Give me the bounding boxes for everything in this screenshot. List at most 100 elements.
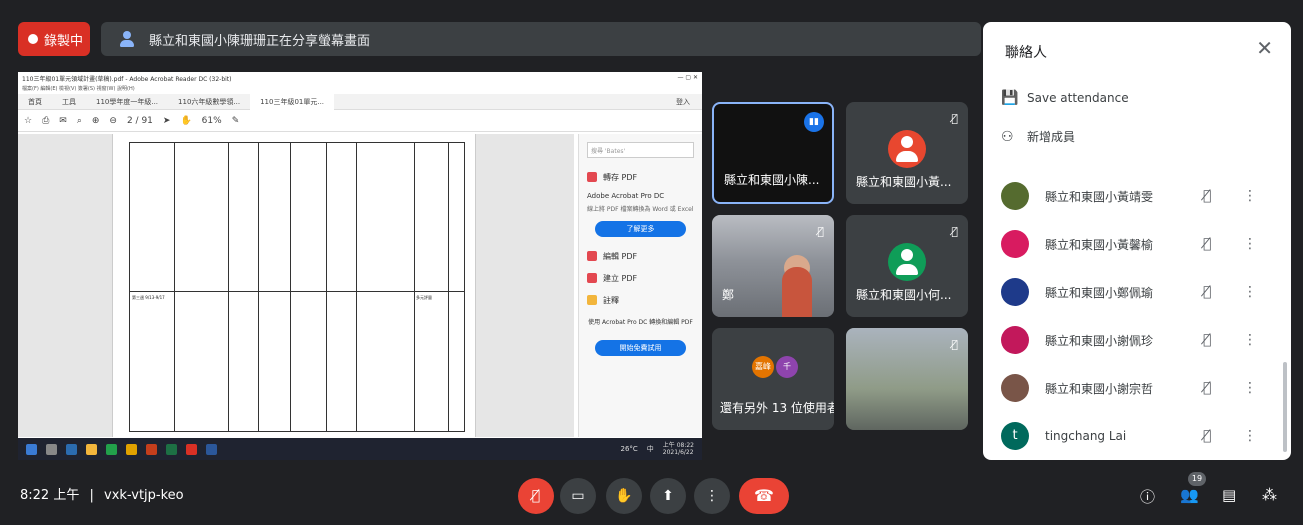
mic-off-icon: 🎙̸ xyxy=(1203,236,1212,252)
tile-name: 縣立和東國小陳... xyxy=(724,173,820,187)
add-person-icon: ⚇ xyxy=(1001,128,1014,145)
participant-row[interactable]: 縣立和東國小黃馨榆 🎙̸ ⋮ xyxy=(1001,224,1273,264)
acrobat-menu: 檔案(F) 編輯(E) 檢視(V) 簽署(S) 視窗(W) 說明(H) xyxy=(22,86,135,92)
info-icon[interactable]: ⓘ xyxy=(1140,486,1155,507)
participant-tile-camera[interactable]: 🎙̸ 鄭 xyxy=(712,215,834,317)
taskbar-date: 2021/6/22 xyxy=(662,449,694,456)
acrobat-window-title: 110三年級01單元領域計畫(草稿).pdf - Adobe Acrobat R… xyxy=(22,76,232,83)
more-options-icon[interactable]: ⋮ xyxy=(1243,332,1257,348)
people-icon[interactable]: 👥 xyxy=(1180,486,1199,504)
excel-icon xyxy=(166,443,177,455)
participant-row[interactable]: 縣立和東國小鄭佩瑜 🎙̸ ⋮ xyxy=(1001,272,1273,312)
more-options-icon[interactable]: ⋮ xyxy=(1243,428,1257,444)
tab-doc-1: 110學年度一年級... xyxy=(96,97,159,106)
recording-label: 錄製中 xyxy=(44,33,84,49)
panel-scrollbar[interactable] xyxy=(1283,362,1287,452)
panel-title: 聯絡人 xyxy=(1005,45,1047,61)
tab-tools: 工具 xyxy=(62,97,76,106)
screen-share-banner: 縣立和東國小陳珊珊正在分享螢幕畫面 xyxy=(101,22,981,56)
chat-icon[interactable]: ▤ xyxy=(1222,486,1236,504)
close-icon[interactable]: ✕ xyxy=(1256,36,1273,60)
video-camera-icon: ▭ xyxy=(571,488,585,504)
side-item-label: 建立 PDF xyxy=(603,273,638,283)
table-column-line xyxy=(290,143,291,431)
more-options-button[interactable]: ⋮ xyxy=(694,478,730,514)
meeting-code: vxk-vtjp-keo xyxy=(104,488,184,503)
tile-name: 縣立和東國小何... xyxy=(856,288,952,302)
save-icon: 💾 xyxy=(1001,90,1019,106)
zoom-level: 61% xyxy=(201,115,222,126)
participant-row[interactable]: 縣立和東國小謝宗哲 🎙̸ ⋮ xyxy=(1001,368,1273,408)
week-cell: 第三週 9/13-9/17 xyxy=(132,295,165,300)
explorer-icon xyxy=(86,443,97,455)
shared-screen: 110三年級01單元領域計畫(草稿).pdf - Adobe Acrobat R… xyxy=(18,72,702,460)
side-item-label: 編輯 PDF xyxy=(603,251,638,261)
participant-row[interactable]: 縣立和東國小謝佩珍 🎙̸ ⋮ xyxy=(1001,320,1273,360)
info-separator: | xyxy=(89,488,94,503)
more-options-icon[interactable]: ⋮ xyxy=(1243,236,1257,252)
avatar xyxy=(1001,230,1029,258)
more-vert-icon: ⋮ xyxy=(705,488,719,504)
line-icon xyxy=(106,443,117,455)
mic-off-icon: 🎙̸ xyxy=(531,488,541,504)
participant-row[interactable]: 縣立和東國小黃靖雯 🎙̸ ⋮ xyxy=(1001,176,1273,216)
avatar xyxy=(1001,326,1029,354)
cursor-icon: ➤ xyxy=(162,115,171,126)
tab-doc-3: 110三年級01單元... xyxy=(250,93,335,110)
powerpoint-icon xyxy=(146,443,157,455)
table-column-line xyxy=(228,143,229,431)
more-options-icon[interactable]: ⋮ xyxy=(1243,188,1257,204)
participant-name: 縣立和東國小謝宗哲 xyxy=(1045,381,1154,396)
camera-person-body xyxy=(782,267,812,317)
camera-feed xyxy=(846,328,968,430)
window-controls: — ▢ ✕ xyxy=(677,74,698,81)
camera-toggle-button[interactable]: ▭ xyxy=(560,478,596,514)
more-options-icon[interactable]: ⋮ xyxy=(1243,380,1257,396)
windows-start-icon xyxy=(26,443,37,455)
more-participants-tile[interactable]: 嘉峰 千 還有另外 13 位使用者 xyxy=(712,328,834,430)
recording-indicator[interactable]: 錄製中 xyxy=(18,22,90,56)
participant-name: 縣立和東國小黃馨榆 xyxy=(1045,237,1154,252)
mic-toggle-button[interactable]: 🎙̸ xyxy=(518,478,554,514)
login-label: 登入 xyxy=(676,97,690,106)
participant-name: tingchang Lai xyxy=(1045,429,1127,443)
chrome-icon xyxy=(126,443,137,455)
participant-tile-camera[interactable]: 🎙̸ xyxy=(846,328,968,430)
participant-row[interactable]: t tingchang Lai 🎙̸ ⋮ xyxy=(1001,416,1273,456)
side-item-export: 轉存 PDF xyxy=(579,166,702,188)
present-button[interactable]: ⬆ xyxy=(650,478,686,514)
free-trial-button: 開始免費試用 xyxy=(595,340,686,356)
avatar xyxy=(888,243,926,281)
save-attendance-button[interactable]: 💾 Save attendance xyxy=(1001,90,1129,106)
document-page: 第三週 9/13-9/17 多元評量 xyxy=(112,134,476,437)
participant-tile[interactable]: 🎙̸ 縣立和東國小黃... xyxy=(846,102,968,204)
meeting-info: 8:22 上午 | vxk-vtjp-keo xyxy=(20,484,184,503)
mic-off-icon: 🎙̸ xyxy=(951,112,958,125)
weather-temp: 26°C xyxy=(620,445,638,453)
page-down-icon: ⊖ xyxy=(109,115,117,126)
table-column-line xyxy=(448,143,449,431)
participant-name: 縣立和東國小謝佩珍 xyxy=(1045,333,1154,348)
tab-home: 首頁 xyxy=(28,97,42,106)
learn-more-button: 了解更多 xyxy=(595,221,686,237)
ime-indicator: 中 xyxy=(646,445,654,453)
side-item-label: 轉存 PDF xyxy=(603,172,638,182)
avatar: t xyxy=(1001,422,1029,450)
acrobat-side-panel: 搜尋 'Bates' 轉存 PDF Adobe Acrobat Pro DC 線… xyxy=(578,134,702,437)
assessment-cell: 多元評量 xyxy=(416,295,432,300)
participant-tile[interactable]: 🎙̸ 縣立和東國小何... xyxy=(846,215,968,317)
leave-call-button[interactable]: ☎ xyxy=(739,478,789,514)
zoom-search-icon: ⌕ xyxy=(76,115,82,126)
avatar xyxy=(888,130,926,168)
participant-tile-presenter[interactable]: ▮▮ 縣立和東國小陳... xyxy=(712,102,834,204)
side-product-title: Adobe Acrobat Pro DC xyxy=(587,192,665,200)
raise-hand-button[interactable]: ✋ xyxy=(606,478,642,514)
more-options-icon[interactable]: ⋮ xyxy=(1243,284,1257,300)
activities-icon[interactable]: ⁂ xyxy=(1262,486,1277,504)
table-column-line xyxy=(356,143,357,431)
search-icon xyxy=(46,443,57,455)
side-item-edit: 編輯 PDF xyxy=(579,245,702,267)
side-description: 線上將 PDF 檔案轉換為 Word 或 Excel xyxy=(587,206,694,213)
table-column-line xyxy=(258,143,259,431)
add-people-button[interactable]: ⚇ 新增成員 xyxy=(1001,128,1075,145)
